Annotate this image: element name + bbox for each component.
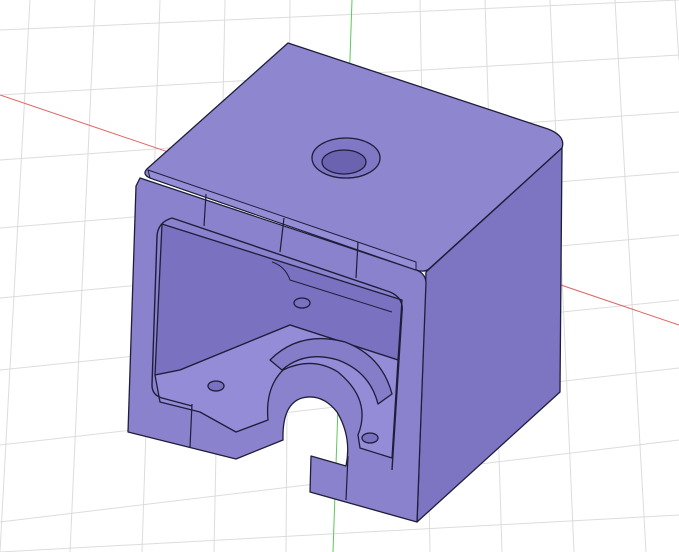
grid-line — [0, 514, 679, 552]
3d-viewport[interactable] — [0, 0, 679, 552]
cad-part[interactable] — [127, 42, 564, 523]
grid-line — [69, 0, 96, 552]
top-through-hole[interactable] — [321, 149, 367, 175]
floor-hole-3[interactable] — [361, 432, 379, 444]
grid-line — [674, 0, 679, 61]
grid-line — [0, 0, 679, 31]
grid-line — [614, 0, 647, 552]
floor-hole-2[interactable] — [207, 380, 225, 392]
floor-hole-1[interactable] — [293, 297, 311, 309]
grid-line — [0, 0, 31, 552]
cad-scene[interactable] — [0, 0, 679, 552]
